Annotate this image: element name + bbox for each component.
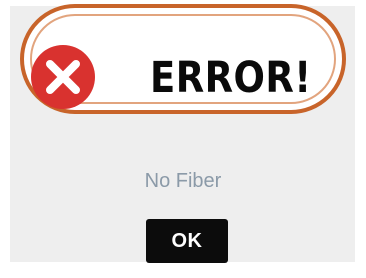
- error-title: ERROR!: [150, 53, 312, 103]
- error-message: No Fiber: [144, 170, 222, 192]
- error-x-icon: [31, 45, 95, 109]
- ok-button[interactable]: OK: [146, 219, 228, 263]
